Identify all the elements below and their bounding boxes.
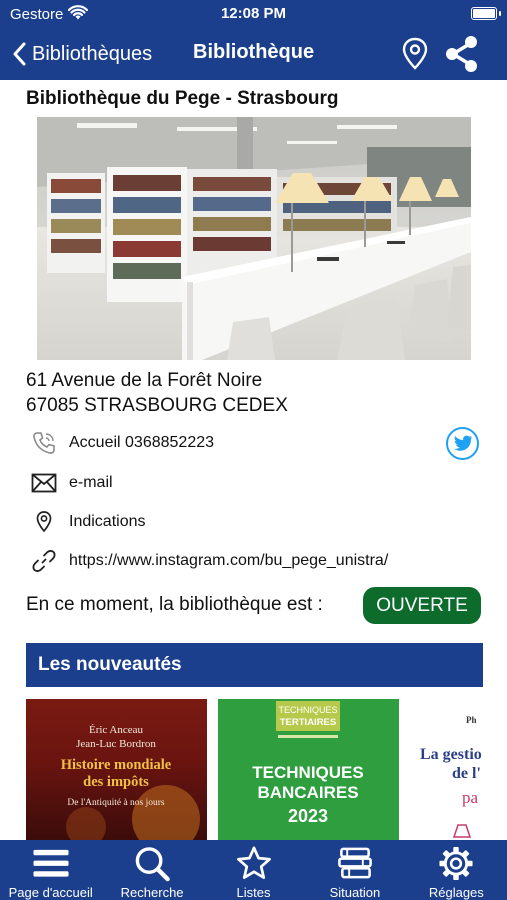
address-line-2: 67085 STRASBOURG CEDEX	[26, 395, 288, 416]
book-3-title-2: de l'	[452, 765, 481, 782]
book-3-title-3: pa	[462, 788, 479, 807]
book-2-series-2: TERTIAIRES	[280, 717, 336, 728]
book-2-title-2: BANCAIRES	[257, 783, 358, 802]
share-icon[interactable]	[442, 34, 482, 74]
news-section-header: Les nouveautés	[26, 643, 483, 687]
library-name: Bibliothèque du Pege - Strasbourg	[26, 88, 339, 109]
tab-lists[interactable]: Listes	[203, 840, 304, 900]
books-stack-icon	[338, 847, 372, 879]
navigation-bar: Bibliothèques Bibliothèque	[0, 28, 507, 80]
twitter-icon[interactable]	[446, 427, 479, 460]
email-link: e-mail	[69, 474, 113, 491]
phone-row[interactable]: Accueil 0368852223	[26, 428, 486, 458]
book-1-title-1: Histoire mondiale	[61, 757, 172, 773]
library-photo	[37, 117, 471, 360]
directions-link: Indications	[69, 513, 146, 530]
map-pin-icon[interactable]	[400, 36, 430, 72]
chevron-left-icon	[13, 42, 26, 66]
library-address: 61 Avenue de la Forêt Noire 67085 STRASB…	[26, 368, 288, 418]
book-1-title-2: des impôts	[83, 774, 149, 790]
star-icon	[236, 846, 271, 879]
tab-home-label: Page d'accueil	[8, 885, 93, 900]
tab-situation-label: Situation	[329, 885, 381, 900]
tab-home[interactable]: Page d'accueil	[0, 840, 101, 900]
opening-status-text: En ce moment, la bibliothèque est :	[26, 594, 323, 615]
tab-bar: Page d'accueil Recherche Listes Situatio…	[0, 840, 507, 900]
menu-icon	[33, 849, 69, 877]
tab-lists-label: Listes	[236, 885, 271, 900]
gear-icon	[439, 846, 473, 881]
book-cover-1[interactable]: Éric Anceau Jean-Luc Bordron Histoire mo…	[26, 699, 207, 841]
envelope-icon	[26, 468, 62, 498]
address-line-1: 61 Avenue de la Forêt Noire	[26, 370, 263, 391]
book-1-subtitle: De l'Antiquité à nos jours	[67, 798, 165, 808]
book-cover-3[interactable]: Ph La gestio de l' pa	[410, 699, 507, 841]
book-2-title-1: TECHNIQUES	[252, 763, 363, 782]
search-icon	[135, 847, 170, 882]
link-icon	[26, 546, 62, 576]
phone-label: Accueil 0368852223	[69, 434, 215, 451]
back-button[interactable]: Bibliothèques	[12, 38, 152, 70]
back-button-label: Bibliothèques	[32, 42, 153, 65]
status-badge: OUVERTE	[363, 587, 481, 624]
phone-icon	[26, 428, 62, 458]
tab-settings[interactable]: Réglages	[406, 840, 507, 900]
page-title: Bibliothèque	[193, 41, 315, 63]
tab-search[interactable]: Recherche	[101, 840, 202, 900]
clock: 12:08 PM	[220, 5, 287, 22]
email-row[interactable]: e-mail	[26, 468, 486, 498]
tab-search-label: Recherche	[120, 885, 184, 900]
website-link: https://www.instagram.com/bu_pege_unistr…	[69, 552, 389, 569]
book-2-series-1: TECHNIQUES	[278, 705, 337, 715]
battery-icon	[471, 7, 501, 20]
status-bar: Gestore 12:08 PM	[0, 0, 507, 28]
book-2-year: 2023	[288, 806, 328, 826]
book-3-corner: Ph	[466, 715, 477, 725]
book-3-title-1: La gestio	[420, 746, 482, 763]
website-row[interactable]: https://www.instagram.com/bu_pege_unistr…	[26, 546, 486, 576]
book-1-author-2: Jean-Luc Bordron	[76, 738, 156, 750]
book-1-author-1: Éric Anceau	[89, 724, 144, 736]
location-pin-icon	[26, 507, 62, 537]
directions-row[interactable]: Indications	[26, 507, 486, 537]
book-cover-2[interactable]: TECHNIQUES TERTIAIRES TECHNIQUES BANCAIR…	[218, 699, 399, 841]
tab-settings-label: Réglages	[428, 885, 484, 900]
tab-situation[interactable]: Situation	[304, 840, 405, 900]
